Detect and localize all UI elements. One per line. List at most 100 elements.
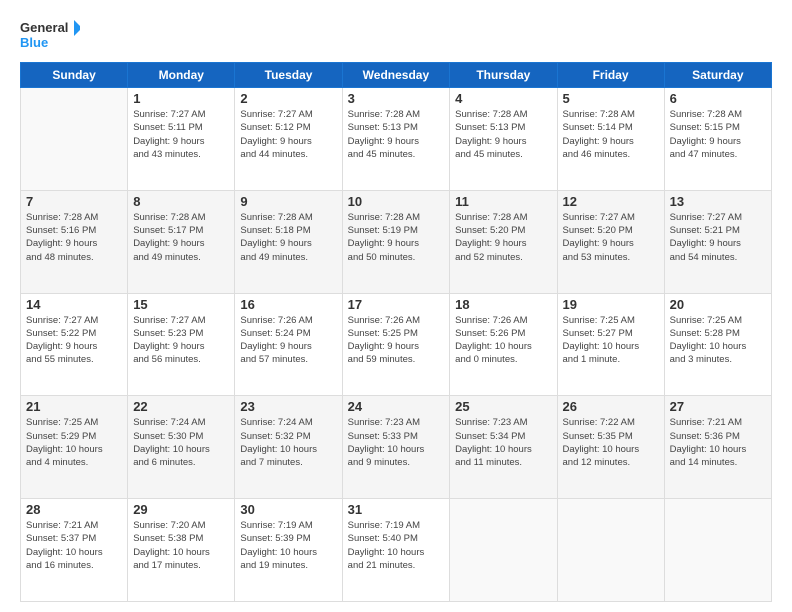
day-number: 14 [26, 297, 122, 312]
col-header-wednesday: Wednesday [342, 63, 450, 88]
day-number: 12 [563, 194, 659, 209]
day-number: 23 [240, 399, 336, 414]
col-header-saturday: Saturday [664, 63, 771, 88]
day-info: Sunrise: 7:27 AM Sunset: 5:12 PM Dayligh… [240, 108, 336, 161]
day-info: Sunrise: 7:27 AM Sunset: 5:11 PM Dayligh… [133, 108, 229, 161]
col-header-thursday: Thursday [450, 63, 557, 88]
calendar-cell: 28 Sunrise: 7:21 AM Sunset: 5:37 PM Dayli… [21, 499, 128, 602]
day-info: Sunrise: 7:23 AM Sunset: 5:33 PM Dayligh… [348, 416, 445, 469]
day-info: Sunrise: 7:28 AM Sunset: 5:13 PM Dayligh… [348, 108, 445, 161]
calendar-cell: 31 Sunrise: 7:19 AM Sunset: 5:40 PM Dayli… [342, 499, 450, 602]
day-info: Sunrise: 7:24 AM Sunset: 5:32 PM Dayligh… [240, 416, 336, 469]
calendar-cell: 22 Sunrise: 7:24 AM Sunset: 5:30 PM Dayli… [128, 396, 235, 499]
day-info: Sunrise: 7:19 AM Sunset: 5:39 PM Dayligh… [240, 519, 336, 572]
col-header-friday: Friday [557, 63, 664, 88]
logo-svg: General Blue [20, 16, 80, 52]
col-header-sunday: Sunday [21, 63, 128, 88]
day-number: 6 [670, 91, 766, 106]
calendar-cell: 27 Sunrise: 7:21 AM Sunset: 5:36 PM Dayli… [664, 396, 771, 499]
calendar-cell: 4 Sunrise: 7:28 AM Sunset: 5:13 PM Daylig… [450, 88, 557, 191]
calendar-week-4: 21 Sunrise: 7:25 AM Sunset: 5:29 PM Dayli… [21, 396, 772, 499]
calendar-cell: 14 Sunrise: 7:27 AM Sunset: 5:22 PM Dayli… [21, 293, 128, 396]
svg-text:General: General [20, 20, 68, 35]
day-number: 13 [670, 194, 766, 209]
svg-text:Blue: Blue [20, 35, 48, 50]
day-info: Sunrise: 7:20 AM Sunset: 5:38 PM Dayligh… [133, 519, 229, 572]
day-number: 19 [563, 297, 659, 312]
logo: General Blue [20, 16, 80, 52]
day-number: 8 [133, 194, 229, 209]
calendar-cell: 25 Sunrise: 7:23 AM Sunset: 5:34 PM Dayli… [450, 396, 557, 499]
day-number: 11 [455, 194, 551, 209]
day-info: Sunrise: 7:25 AM Sunset: 5:28 PM Dayligh… [670, 314, 766, 367]
col-header-monday: Monday [128, 63, 235, 88]
calendar-cell: 13Sunrise: 7:27 AM Sunset: 5:21 PM Dayli… [664, 190, 771, 293]
day-info: Sunrise: 7:27 AM Sunset: 5:22 PM Dayligh… [26, 314, 122, 367]
calendar-cell: 11Sunrise: 7:28 AM Sunset: 5:20 PM Dayli… [450, 190, 557, 293]
day-number: 22 [133, 399, 229, 414]
calendar-header-row: SundayMondayTuesdayWednesdayThursdayFrid… [21, 63, 772, 88]
day-number: 2 [240, 91, 336, 106]
day-number: 27 [670, 399, 766, 414]
day-info: Sunrise: 7:26 AM Sunset: 5:25 PM Dayligh… [348, 314, 445, 367]
calendar-cell: 29 Sunrise: 7:20 AM Sunset: 5:38 PM Dayli… [128, 499, 235, 602]
day-number: 28 [26, 502, 122, 517]
calendar-cell: 6 Sunrise: 7:28 AM Sunset: 5:15 PM Daylig… [664, 88, 771, 191]
calendar-cell: 23 Sunrise: 7:24 AM Sunset: 5:32 PM Dayli… [235, 396, 342, 499]
calendar-cell [450, 499, 557, 602]
day-number: 16 [240, 297, 336, 312]
calendar-cell: 26Sunrise: 7:22 AM Sunset: 5:35 PM Dayli… [557, 396, 664, 499]
calendar-cell: 3 Sunrise: 7:28 AM Sunset: 5:13 PM Daylig… [342, 88, 450, 191]
calendar-week-1: 1 Sunrise: 7:27 AM Sunset: 5:11 PM Daylig… [21, 88, 772, 191]
day-number: 30 [240, 502, 336, 517]
calendar-cell [21, 88, 128, 191]
calendar-cell: 9 Sunrise: 7:28 AM Sunset: 5:18 PM Daylig… [235, 190, 342, 293]
calendar-cell: 30 Sunrise: 7:19 AM Sunset: 5:39 PM Dayli… [235, 499, 342, 602]
day-number: 24 [348, 399, 445, 414]
day-number: 3 [348, 91, 445, 106]
day-number: 29 [133, 502, 229, 517]
day-number: 31 [348, 502, 445, 517]
day-info: Sunrise: 7:28 AM Sunset: 5:15 PM Dayligh… [670, 108, 766, 161]
day-number: 9 [240, 194, 336, 209]
day-number: 1 [133, 91, 229, 106]
calendar-week-3: 14 Sunrise: 7:27 AM Sunset: 5:22 PM Dayli… [21, 293, 772, 396]
day-number: 20 [670, 297, 766, 312]
calendar-cell: 12Sunrise: 7:27 AM Sunset: 5:20 PM Dayli… [557, 190, 664, 293]
day-info: Sunrise: 7:27 AM Sunset: 5:23 PM Dayligh… [133, 314, 229, 367]
calendar-cell: 18Sunrise: 7:26 AM Sunset: 5:26 PM Dayli… [450, 293, 557, 396]
day-info: Sunrise: 7:23 AM Sunset: 5:34 PM Dayligh… [455, 416, 551, 469]
calendar-cell: 20 Sunrise: 7:25 AM Sunset: 5:28 PM Dayli… [664, 293, 771, 396]
day-info: Sunrise: 7:28 AM Sunset: 5:19 PM Dayligh… [348, 211, 445, 264]
calendar-week-5: 28 Sunrise: 7:21 AM Sunset: 5:37 PM Dayli… [21, 499, 772, 602]
calendar-cell: 1 Sunrise: 7:27 AM Sunset: 5:11 PM Daylig… [128, 88, 235, 191]
day-number: 21 [26, 399, 122, 414]
day-number: 10 [348, 194, 445, 209]
day-number: 4 [455, 91, 551, 106]
day-info: Sunrise: 7:25 AM Sunset: 5:27 PM Dayligh… [563, 314, 659, 367]
day-info: Sunrise: 7:24 AM Sunset: 5:30 PM Dayligh… [133, 416, 229, 469]
day-number: 26 [563, 399, 659, 414]
day-info: Sunrise: 7:26 AM Sunset: 5:24 PM Dayligh… [240, 314, 336, 367]
day-info: Sunrise: 7:19 AM Sunset: 5:40 PM Dayligh… [348, 519, 445, 572]
calendar-cell [664, 499, 771, 602]
day-number: 7 [26, 194, 122, 209]
day-info: Sunrise: 7:26 AM Sunset: 5:26 PM Dayligh… [455, 314, 551, 367]
calendar-cell: 8 Sunrise: 7:28 AM Sunset: 5:17 PM Daylig… [128, 190, 235, 293]
day-info: Sunrise: 7:28 AM Sunset: 5:17 PM Dayligh… [133, 211, 229, 264]
day-info: Sunrise: 7:28 AM Sunset: 5:18 PM Dayligh… [240, 211, 336, 264]
day-info: Sunrise: 7:21 AM Sunset: 5:36 PM Dayligh… [670, 416, 766, 469]
day-info: Sunrise: 7:21 AM Sunset: 5:37 PM Dayligh… [26, 519, 122, 572]
day-info: Sunrise: 7:28 AM Sunset: 5:13 PM Dayligh… [455, 108, 551, 161]
day-info: Sunrise: 7:25 AM Sunset: 5:29 PM Dayligh… [26, 416, 122, 469]
day-number: 25 [455, 399, 551, 414]
calendar-table: SundayMondayTuesdayWednesdayThursdayFrid… [20, 62, 772, 602]
day-number: 17 [348, 297, 445, 312]
calendar-week-2: 7 Sunrise: 7:28 AM Sunset: 5:16 PM Daylig… [21, 190, 772, 293]
day-info: Sunrise: 7:28 AM Sunset: 5:16 PM Dayligh… [26, 211, 122, 264]
day-number: 5 [563, 91, 659, 106]
calendar-cell: 21 Sunrise: 7:25 AM Sunset: 5:29 PM Dayli… [21, 396, 128, 499]
calendar-cell: 17 Sunrise: 7:26 AM Sunset: 5:25 PM Dayli… [342, 293, 450, 396]
calendar-cell: 24 Sunrise: 7:23 AM Sunset: 5:33 PM Dayli… [342, 396, 450, 499]
calendar-cell: 15Sunrise: 7:27 AM Sunset: 5:23 PM Dayli… [128, 293, 235, 396]
